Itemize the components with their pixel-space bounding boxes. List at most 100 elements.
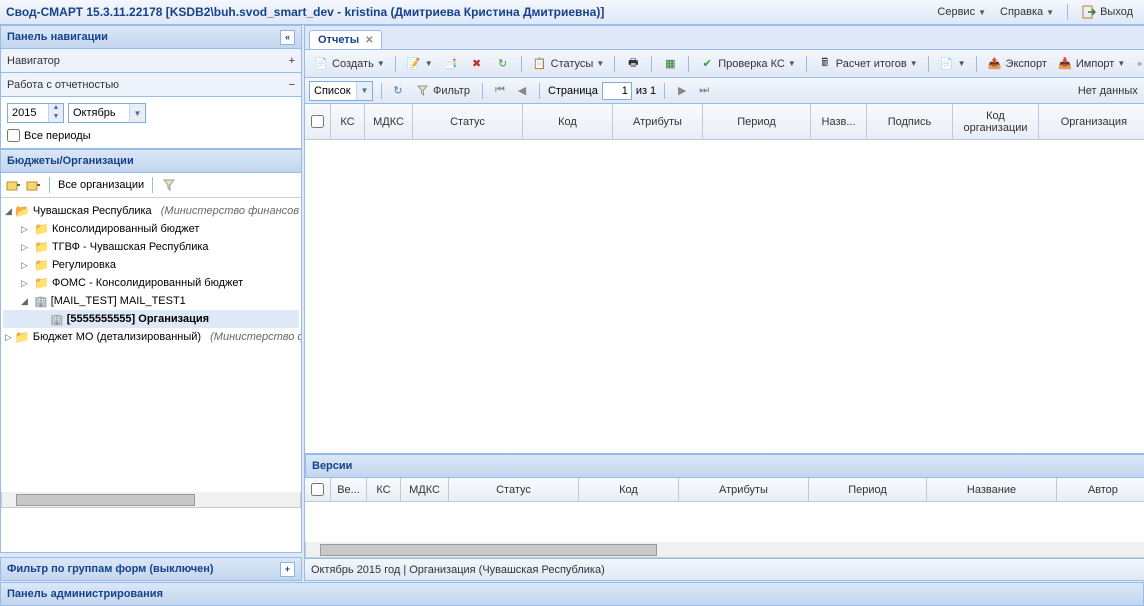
dropdown-trigger-icon[interactable]: ▼ (129, 104, 145, 122)
refresh-button[interactable]: ↻ (491, 54, 515, 74)
collapse-icon[interactable]: « (280, 30, 295, 45)
year-input[interactable] (8, 104, 48, 122)
plus-icon[interactable]: + (280, 562, 295, 577)
app-title: Свод-СМАРТ 15.3.11.22178 [KSDB2\buh.svod… (6, 5, 604, 19)
navigator-header[interactable]: Навигатор + (0, 49, 302, 73)
edit-button[interactable]: 📝▼ (402, 54, 437, 74)
export-icon: 📤 (987, 56, 1003, 72)
document-icon: 📄 (313, 56, 329, 72)
refresh-icon[interactable]: ↻ (390, 83, 406, 99)
col-name[interactable]: Назв... (811, 104, 867, 139)
folder-icon: 📁 (15, 330, 30, 344)
year-spinner[interactable]: ▲▼ (7, 103, 64, 123)
versions-panel: Версии Ве... КС МДКС Статус Код Атрибуты… (305, 453, 1144, 558)
horizontal-scrollbar[interactable] (1, 492, 301, 508)
export-button[interactable]: 📤Экспорт (983, 54, 1051, 74)
admin-panel-header[interactable]: Панель администрирования (0, 582, 1144, 606)
tree-toolbar: Все организации (1, 173, 301, 198)
minus-icon[interactable]: − (289, 79, 295, 91)
col-checkbox[interactable] (305, 478, 331, 501)
spin-up-icon[interactable]: ▲ (49, 104, 63, 113)
import-button[interactable]: 📥Импорт▼ (1053, 54, 1129, 74)
delete-button[interactable]: ✖ (465, 54, 489, 74)
document-icon: 📄 (939, 56, 955, 72)
status-icon: 📋 (532, 56, 548, 72)
tree-node-root[interactable]: ◢📂Чувашская Республика (Министерство фин… (3, 202, 299, 220)
print-button[interactable]: 🖶 (621, 54, 645, 74)
horizontal-scrollbar[interactable] (305, 542, 1144, 558)
spin-down-icon[interactable]: ▼ (49, 113, 63, 122)
col-status[interactable]: Статус (449, 478, 579, 501)
col-attrs[interactable]: Атрибуты (613, 104, 703, 139)
versions-header[interactable]: Версии (305, 454, 1144, 478)
nav-panel-header[interactable]: Панель навигации « (0, 25, 302, 49)
col-author[interactable]: Автор (1057, 478, 1144, 501)
tree-node-selected[interactable]: 🏢[5555555555] Организация (3, 310, 299, 328)
excel-button[interactable]: ▦ (658, 54, 682, 74)
folder-icon: 📁 (34, 240, 49, 254)
col-attrs[interactable]: Атрибуты (679, 478, 809, 501)
filter-groups-header[interactable]: Фильтр по группам форм (выключен) + (0, 557, 302, 581)
col-checkbox[interactable] (305, 104, 331, 139)
month-input[interactable] (69, 104, 129, 122)
last-page-icon[interactable]: ⏭ (695, 82, 713, 100)
filter-button[interactable]: Фильтр (410, 81, 474, 101)
tab-reports[interactable]: Отчеты ✕ (309, 30, 382, 49)
service-menu[interactable]: Сервис▼ (932, 4, 991, 20)
col-period[interactable]: Период (809, 478, 927, 501)
exit-button[interactable]: Выход (1076, 2, 1138, 22)
col-mdks[interactable]: МДКС (365, 104, 413, 139)
org-icon: 🏢 (50, 313, 64, 326)
col-period[interactable]: Период (703, 104, 811, 139)
col-ks[interactable]: КС (367, 478, 401, 501)
exit-icon (1081, 4, 1097, 20)
help-menu[interactable]: Справка▼ (995, 4, 1059, 20)
calculator-icon: 🖩 (817, 56, 833, 72)
col-ver[interactable]: Ве... (331, 478, 367, 501)
calc-button[interactable]: 🖩Расчет итогов▼ (813, 54, 922, 74)
copy-button[interactable]: 📑 (439, 54, 463, 74)
tree-node[interactable]: ▷📁ФОМС - Консолидированный бюджет (3, 274, 299, 292)
tree-node-root[interactable]: ▷📁Бюджет МО (детализированный) (Министер… (3, 328, 299, 346)
tree-expand-icon[interactable] (5, 177, 21, 193)
col-status[interactable]: Статус (413, 104, 523, 139)
overflow-button[interactable]: » (1133, 57, 1144, 70)
folder-icon: 📁 (34, 276, 49, 290)
all-periods-label: Все периоды (24, 130, 91, 142)
page-input[interactable] (602, 82, 632, 100)
reports-section-header[interactable]: Работа с отчетностью − (0, 73, 302, 97)
col-name[interactable]: Название (927, 478, 1057, 501)
tab-bar: Отчеты ✕ (305, 26, 1144, 50)
filter-funnel-icon[interactable] (161, 177, 177, 193)
col-code[interactable]: Код (523, 104, 613, 139)
plus-icon[interactable]: + (289, 55, 295, 67)
col-sign[interactable]: Подпись (867, 104, 953, 139)
month-combo[interactable]: ▼ (68, 103, 146, 123)
check-ks-button[interactable]: ✔Проверка КС▼ (695, 54, 799, 74)
tree-node[interactable]: ▷📁Регулировка (3, 256, 299, 274)
statuses-button[interactable]: 📋Статусы▼ (528, 54, 609, 74)
status-bar: Октябрь 2015 год | Организация (Чувашска… (305, 558, 1144, 580)
all-periods-checkbox[interactable] (7, 129, 20, 142)
create-button[interactable]: 📄Создать▼ (309, 54, 389, 74)
tree-collapse-icon[interactable] (25, 177, 41, 193)
period-panel: ▲▼ ▼ Все периоды (0, 97, 302, 149)
budgets-header[interactable]: Бюджеты/Организации (0, 149, 302, 173)
col-code[interactable]: Код (579, 478, 679, 501)
first-page-icon[interactable]: ⏮ (491, 82, 509, 100)
view-combo[interactable]: ▼ (309, 81, 373, 101)
col-mdks[interactable]: МДКС (401, 478, 449, 501)
col-org[interactable]: Организация (1039, 104, 1144, 139)
next-page-icon[interactable]: ▶ (673, 82, 691, 100)
all-orgs-button[interactable]: Все организации (58, 179, 144, 191)
tree-node[interactable]: ◢🏢[MAIL_TEST] MAIL_TEST1 (3, 292, 299, 310)
prev-page-icon[interactable]: ◀ (513, 82, 531, 100)
folder-icon: 📁 (34, 222, 49, 236)
tree-node[interactable]: ▷📁ТГВФ - Чувашская Республика (3, 238, 299, 256)
close-icon[interactable]: ✕ (365, 35, 373, 46)
tool-button[interactable]: 📄▼ (935, 54, 970, 74)
col-org-code[interactable]: Код организации (953, 104, 1039, 139)
col-ks[interactable]: КС (331, 104, 365, 139)
tree-node[interactable]: ▷📁Консолидированный бюджет (3, 220, 299, 238)
dropdown-trigger-icon[interactable]: ▼ (356, 82, 372, 100)
